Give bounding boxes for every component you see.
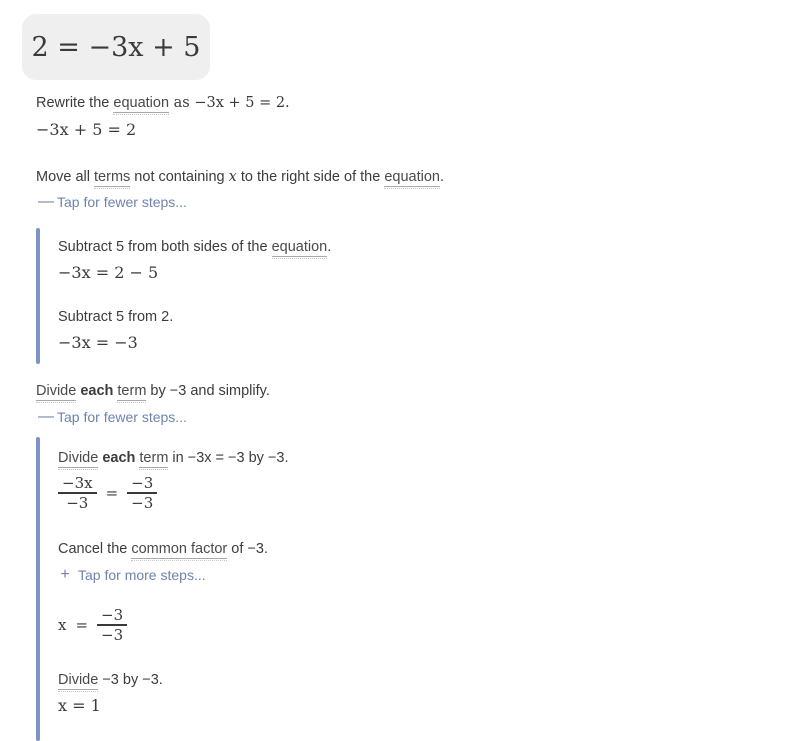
fraction-right: −3 −3 [127, 474, 158, 512]
solution-page: 2 = −3x + 5 Rewrite the equation as −3x … [0, 0, 800, 741]
substep-text-before-2: Subtract 5 from 2. [58, 309, 174, 325]
problem-expression-card: 2 = −3x + 5 [22, 14, 210, 80]
step-divide-text-a: each [76, 383, 118, 399]
step-rewrite-text-after: as −3x + 5 = 2. [169, 95, 290, 111]
substep-indent-rule-divide [36, 437, 40, 741]
minus-icon: — [38, 193, 54, 210]
toggle-fewer-steps-divide[interactable]: — Tap for fewer steps... [38, 408, 187, 426]
substep-subtract-5-from-2-result: −3x = −3 [58, 333, 138, 352]
fraction-left-denominator: −3 [66, 493, 89, 512]
glossary-term-divide-2[interactable]: Divide [58, 450, 99, 468]
plus-icon: + [60, 566, 70, 583]
substep-divide-neg3-text: Divide −3 by −3. [58, 670, 163, 690]
toggle-more-steps-cancel-factor[interactable]: + Tap for more steps... [59, 566, 206, 584]
toggle-label: Tap for fewer steps... [57, 194, 187, 210]
result-variable: x [58, 615, 67, 634]
toggle-label-2: Tap for fewer steps... [57, 409, 187, 425]
substep-divide-text-a: each [98, 450, 140, 466]
fraction-left-numerator: −3x [62, 474, 93, 492]
substep-subtract-both-sides-text: Subtract 5 from both sides of the equati… [58, 237, 331, 257]
substep-divide-neg3-text-after: −3 by −3. [98, 672, 163, 688]
fraction-result-numerator: −3 [101, 606, 124, 624]
glossary-term-term[interactable]: term [117, 383, 147, 401]
glossary-term-divide[interactable]: Divide [36, 383, 77, 401]
fraction-right-numerator: −3 [131, 474, 154, 492]
substep-divide-each-term-text: Divide each term in −3x = −3 by −3. [58, 448, 289, 468]
glossary-term-divide-3[interactable]: Divide [58, 672, 99, 690]
step-move-terms-text: Move all terms not containing x to the r… [36, 167, 444, 187]
fraction-result-denominator: −3 [101, 625, 124, 644]
substep-divide-text-b: in −3x = −3 by −3. [168, 450, 289, 466]
problem-expression: 2 = −3x + 5 [31, 31, 201, 63]
substep-subtract-5-from-2-text: Subtract 5 from 2. [58, 307, 173, 327]
substep-text-after: . [327, 239, 332, 255]
substep-cancel-text-before: Cancel the [58, 541, 132, 557]
equals-sign-2: = [75, 615, 89, 634]
glossary-term-terms[interactable]: terms [94, 169, 131, 187]
step-move-terms-text-d: . [439, 169, 445, 185]
substep-subtract-both-sides-result: −3x = 2 − 5 [58, 263, 159, 282]
step-rewrite-text-before: Rewrite the [36, 95, 114, 111]
substep-cancel-result-equation: x = −3 −3 [58, 606, 128, 644]
step-move-terms-text-b: not containing [130, 169, 229, 185]
substep-cancel-text-after: of −3. [227, 541, 268, 557]
toggle-label-3: Tap for more steps... [78, 567, 206, 583]
step-move-terms-variable: x [228, 169, 237, 185]
minus-icon-2: — [38, 408, 54, 425]
final-answer: x = 1 [58, 696, 101, 715]
step-divide-text-b: by −3 and simplify. [146, 383, 270, 399]
fraction-left: −3x −3 [58, 475, 97, 511]
fraction-result: −3 −3 [97, 606, 128, 644]
step-rewrite-text: Rewrite the equation as −3x + 5 = 2. [36, 93, 290, 113]
step-divide-text: Divide each term by −3 and simplify. [36, 381, 270, 401]
toggle-fewer-steps-move-terms[interactable]: — Tap for fewer steps... [38, 193, 187, 211]
glossary-term-equation-3[interactable]: equation [271, 239, 328, 257]
step-move-terms-text-a: Move all [36, 169, 95, 185]
glossary-term-equation[interactable]: equation [113, 95, 170, 113]
substep-indent-rule-move-terms [36, 228, 40, 364]
step-rewrite-result: −3x + 5 = 2 [36, 120, 137, 139]
substep-cancel-factor-text: Cancel the common factor of −3. [58, 539, 268, 559]
substep-text-before: Subtract 5 from both sides of the [58, 239, 272, 255]
step-move-terms-text-c: to the right side of the [236, 169, 385, 185]
substep-divide-fraction-equation: −3x −3 = −3 −3 [58, 474, 158, 512]
glossary-term-term-2[interactable]: term [139, 450, 169, 468]
fraction-right-denominator: −3 [131, 493, 154, 512]
equals-sign: = [105, 483, 119, 502]
glossary-term-common-factor[interactable]: common factor [131, 541, 228, 559]
glossary-term-equation-2[interactable]: equation [384, 169, 440, 187]
